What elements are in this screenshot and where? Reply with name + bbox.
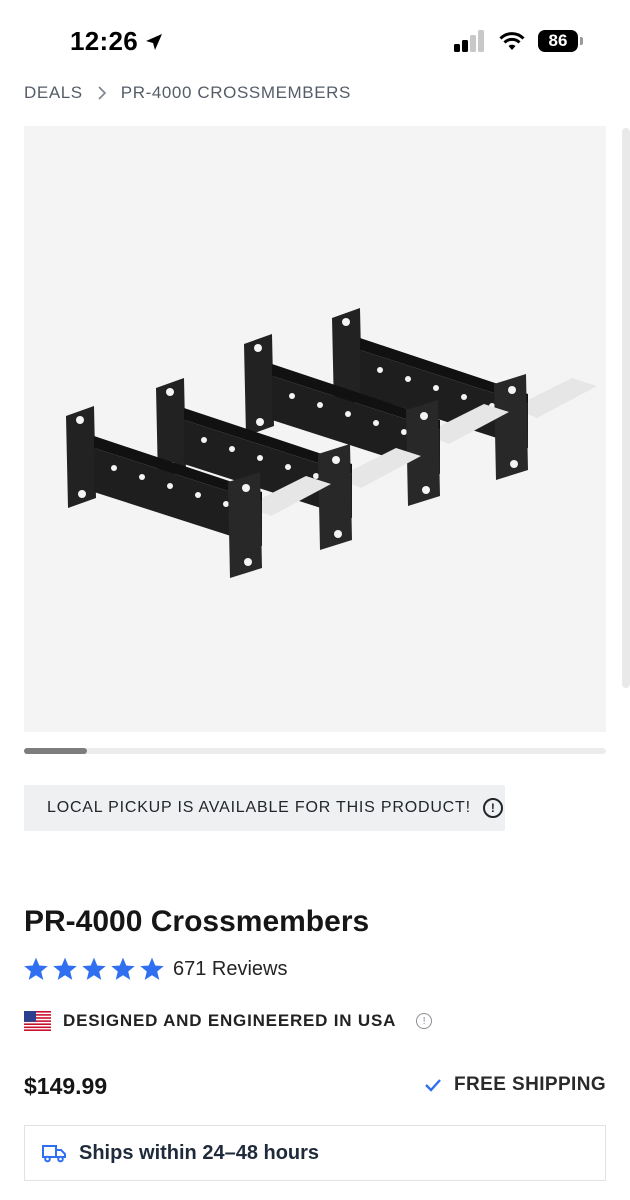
star-icon — [82, 957, 106, 980]
breadcrumb-current[interactable]: PR-4000 CROSSMEMBERS — [121, 83, 351, 103]
product-price: $149.99 — [24, 1073, 108, 1099]
status-indicators: 86 — [454, 30, 583, 52]
shipping-time-box: Ships within 24–48 hours — [24, 1125, 606, 1181]
wifi-icon — [499, 32, 525, 50]
reviews-link[interactable]: 671 Reviews — [173, 958, 288, 981]
battery-label: 86 — [548, 31, 568, 50]
origin-label: DESIGNED AND ENGINEERED IN USA — [63, 1011, 397, 1030]
cellular-signal-icon — [454, 30, 484, 52]
page-scrollbar[interactable] — [622, 128, 630, 688]
product-image[interactable] — [24, 126, 606, 732]
breadcrumb-deals[interactable]: DEALS — [24, 83, 83, 103]
ships-within-label: Ships within 24–48 hours — [79, 1141, 320, 1164]
designed-in-usa: DESIGNED AND ENGINEERED IN USA ! — [24, 1011, 433, 1031]
free-shipping: FREE SHIPPING — [424, 1074, 606, 1096]
location-arrow-icon — [146, 33, 162, 50]
crossmembers-illustration — [66, 308, 597, 578]
free-shipping-label: FREE SHIPPING — [454, 1074, 606, 1095]
time-label: 12:26 — [70, 26, 138, 56]
star-icon — [140, 957, 164, 980]
chevron-right-icon — [98, 86, 106, 100]
usa-flag-icon — [24, 1011, 51, 1031]
truck-icon — [42, 1145, 66, 1163]
checkmark-icon — [425, 1079, 441, 1092]
pickup-notice-text: LOCAL PICKUP IS AVAILABLE FOR THIS PRODU… — [47, 799, 471, 816]
star-icon — [53, 957, 77, 980]
breadcrumb: DEALS PR-4000 CROSSMEMBERS — [24, 83, 351, 103]
carousel-progress-track[interactable] — [24, 748, 606, 754]
local-pickup-notice[interactable]: LOCAL PICKUP IS AVAILABLE FOR THIS PRODU… — [24, 785, 505, 831]
star-icon — [111, 957, 135, 980]
battery-indicator: 86 — [538, 30, 583, 52]
product-title: PR-4000 Crossmembers — [24, 905, 370, 938]
star-icon — [24, 957, 48, 980]
info-icon[interactable]: ! — [416, 1013, 433, 1029]
star-rating[interactable] — [23, 956, 165, 982]
status-time: 12:26 — [70, 26, 164, 57]
info-icon[interactable]: ! — [482, 798, 503, 818]
carousel-progress-thumb[interactable] — [24, 748, 87, 754]
